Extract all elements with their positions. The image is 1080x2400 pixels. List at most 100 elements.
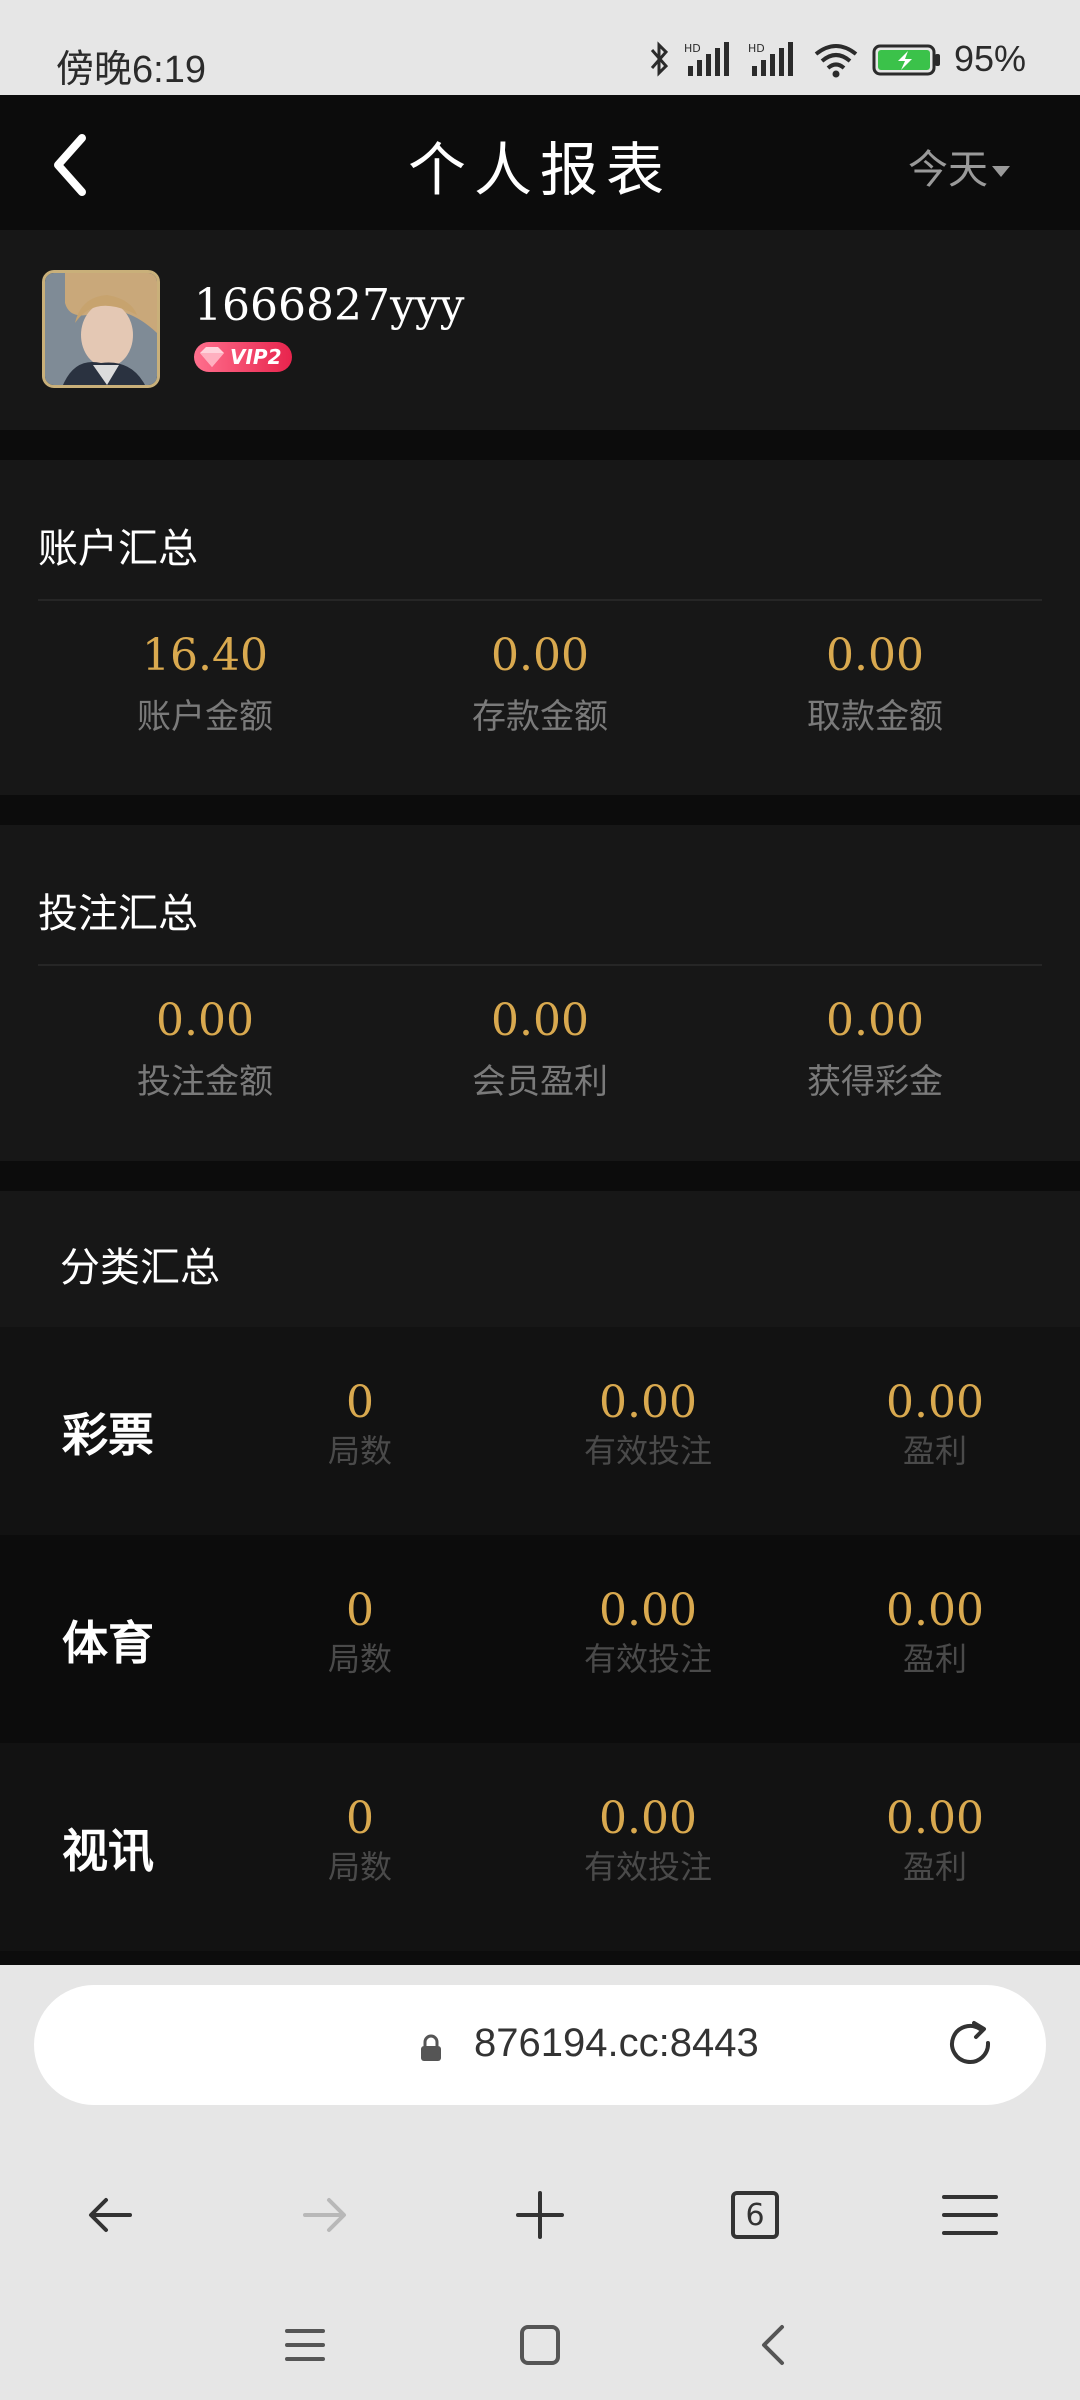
stat-bonus-received: 0.00 获得彩金 <box>725 995 1025 1103</box>
date-filter-label: 今天 <box>908 147 988 193</box>
stat-account-balance: 16.40 账户金额 <box>55 630 355 738</box>
stat-bet-amount: 0.00 投注金额 <box>55 995 355 1103</box>
category-summary-header: 分类汇总 <box>0 1191 1080 1327</box>
system-home-button[interactable] <box>485 2290 595 2400</box>
category-rounds: 0 局数 <box>240 1585 480 1680</box>
address-bar[interactable]: 876194.cc:8443 <box>34 1985 1046 2105</box>
stat-value: 0.00 <box>491 995 589 1046</box>
browser-chrome: 876194.cc:8443 6 <box>0 1965 1080 2400</box>
divider <box>38 964 1042 966</box>
cat-label: 有效投注 <box>583 1432 712 1470</box>
account-summary-card: 账户汇总 16.40 账户金额 0.00 存款金额 0.00 取款金额 <box>0 460 1080 795</box>
arrow-right-icon <box>303 2198 346 2232</box>
stat-value: 0.00 <box>826 995 924 1046</box>
category-row-sports[interactable]: 体育 0 局数 0.00 有效投注 0.00 盈利 <box>0 1535 1080 1743</box>
bluetooth-icon <box>650 41 668 77</box>
system-nav-bar <box>0 2290 1080 2400</box>
category-profit: 0.00 盈利 <box>815 1585 1055 1680</box>
username: 1666827yyy <box>194 280 465 331</box>
category-valid-bet: 0.00 有效投注 <box>528 1585 768 1680</box>
divider <box>38 599 1042 601</box>
battery-percent: 95% <box>953 38 1026 79</box>
stat-value: 0.00 <box>826 630 924 681</box>
browser-forward-button[interactable] <box>270 2160 380 2270</box>
reload-icon[interactable] <box>942 2017 998 2073</box>
tab-count: 6 <box>731 2191 779 2239</box>
new-tab-button[interactable] <box>485 2160 595 2270</box>
system-menu-button[interactable] <box>250 2290 360 2400</box>
lock-icon <box>421 2034 441 2061</box>
cat-label: 盈利 <box>902 1640 967 1678</box>
cat-value: 0 <box>346 1585 374 1636</box>
stat-deposit-amount: 0.00 存款金额 <box>390 630 690 738</box>
browser-toolbar: 6 <box>0 2160 1080 2270</box>
vip-level: VIP2 <box>230 345 282 369</box>
stat-label: 投注金额 <box>137 1062 273 1102</box>
bet-summary-title: 投注汇总 <box>38 891 198 937</box>
cat-value: 0.00 <box>599 1793 697 1844</box>
hd-signal-icon: HD <box>748 42 793 76</box>
cat-label: 盈利 <box>902 1432 967 1470</box>
stat-label: 存款金额 <box>472 697 608 737</box>
category-name: 体育 <box>62 1616 154 1670</box>
svg-text:HD: HD <box>748 42 765 55</box>
category-profit: 0.00 盈利 <box>815 1793 1055 1888</box>
cat-label: 盈利 <box>902 1848 967 1886</box>
system-back-button[interactable] <box>718 2290 828 2400</box>
stat-value: 0.00 <box>491 630 589 681</box>
app-content: 个人报表 今天 1666827yyy VIP2 账户汇总 16.40 账户金额 … <box>0 95 1080 1965</box>
category-profit: 0.00 盈利 <box>815 1377 1055 1472</box>
category-rounds: 0 局数 <box>240 1377 480 1472</box>
stat-value: 0.00 <box>156 995 254 1046</box>
category-summary-title: 分类汇总 <box>60 1245 220 1291</box>
status-icons: HD HD 95% <box>648 38 1026 80</box>
stat-label: 获得彩金 <box>807 1062 943 1102</box>
category-name: 彩票 <box>62 1408 154 1462</box>
cat-label: 有效投注 <box>583 1640 712 1678</box>
svg-text:HD: HD <box>684 42 701 55</box>
bet-summary-card: 投注汇总 0.00 投注金额 0.00 会员盈利 0.00 获得彩金 <box>0 825 1080 1161</box>
chevron-left-icon <box>762 2325 784 2365</box>
status-time: 傍晚6:19 <box>56 49 206 91</box>
caret-down-icon <box>992 165 1010 177</box>
category-row-live-video[interactable]: 视讯 0 局数 0.00 有效投注 0.00 盈利 <box>0 1743 1080 1951</box>
cat-label: 有效投注 <box>583 1848 712 1886</box>
browser-back-button[interactable] <box>55 2160 165 2270</box>
cat-label: 局数 <box>327 1432 392 1470</box>
cat-value: 0.00 <box>886 1585 984 1636</box>
stat-label: 取款金额 <box>807 697 943 737</box>
vip-badge: VIP2 <box>194 342 292 372</box>
cat-value: 0.00 <box>886 1377 984 1428</box>
diamond-icon <box>200 347 224 367</box>
url-text: 876194.cc:8443 <box>474 2021 759 2065</box>
stat-withdraw-amount: 0.00 取款金额 <box>725 630 1025 738</box>
tabs-button[interactable]: 6 <box>700 2160 810 2270</box>
avatar <box>42 270 160 388</box>
browser-menu-button[interactable] <box>915 2160 1025 2270</box>
category-valid-bet: 0.00 有效投注 <box>528 1377 768 1472</box>
status-bar: 傍晚6:19 HD HD 95% <box>0 0 1080 95</box>
hd-signal-icon: HD <box>684 42 729 76</box>
stat-label: 会员盈利 <box>472 1062 608 1102</box>
category-row-lottery[interactable]: 彩票 0 局数 0.00 有效投注 0.00 盈利 <box>0 1327 1080 1535</box>
category-rounds: 0 局数 <box>240 1793 480 1888</box>
cat-label: 局数 <box>327 1848 392 1886</box>
cat-value: 0 <box>346 1377 374 1428</box>
date-filter-dropdown[interactable]: 今天 <box>908 137 1010 195</box>
avatar-image <box>45 273 157 385</box>
cat-value: 0 <box>346 1793 374 1844</box>
cat-value: 0.00 <box>599 1585 697 1636</box>
hamburger-menu-icon <box>942 2195 998 2235</box>
cat-value: 0.00 <box>599 1377 697 1428</box>
menu-lines-icon <box>285 2329 325 2361</box>
stat-member-profit: 0.00 会员盈利 <box>390 995 690 1103</box>
wifi-icon <box>814 44 858 78</box>
cat-value: 0.00 <box>886 1793 984 1844</box>
arrow-left-icon <box>89 2198 132 2232</box>
battery-charging-icon <box>872 44 940 76</box>
cat-label: 局数 <box>327 1640 392 1678</box>
category-name: 视讯 <box>62 1824 154 1878</box>
plus-icon <box>516 2191 564 2239</box>
stat-label: 账户金额 <box>137 697 273 737</box>
account-summary-title: 账户汇总 <box>38 526 198 572</box>
